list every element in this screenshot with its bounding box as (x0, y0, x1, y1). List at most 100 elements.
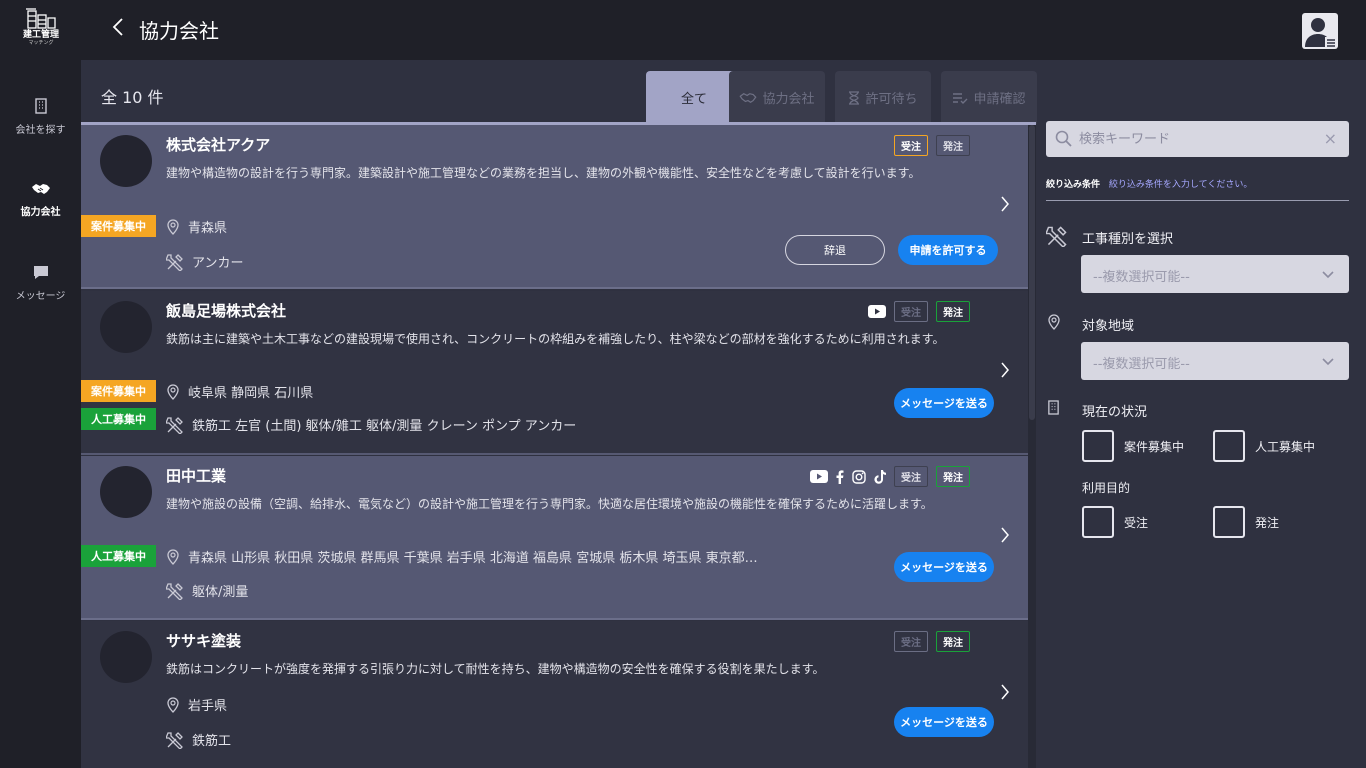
company-name: 田中工業 (166, 467, 227, 485)
partner-card[interactable]: 株式会社アクア 受注 発注 建物や構造物の設計を行う専門家。建築設計や施工管理な… (81, 125, 1028, 289)
status-badge: 人工募集中 (81, 408, 156, 430)
divider (1046, 200, 1349, 201)
tools-icon (1046, 226, 1067, 247)
purpose-checkbox-hacchu[interactable]: 発注 (1213, 506, 1279, 538)
tools-icon (166, 416, 183, 434)
status-badge: 案件募集中 (81, 215, 156, 237)
trade-select-value: --複数選択可能-- (1093, 270, 1190, 285)
sidebar-item-messages[interactable]: メッセージ (0, 265, 81, 303)
location-pin-icon (1048, 314, 1060, 330)
filter-conditions-label: 絞り込み条件 (1046, 180, 1101, 190)
region-select-value: --複数選択可能-- (1093, 357, 1190, 372)
tab-requests[interactable]: 申請確認 (941, 71, 1037, 124)
company-name: ササキ塗装 (166, 632, 242, 650)
badge-hacchu: 発注 (936, 466, 970, 487)
app-logo[interactable]: 建工管理 マッチング (22, 8, 60, 46)
chevron-right-icon[interactable] (1000, 683, 1010, 701)
tab-label: 申請確認 (973, 92, 1026, 107)
trade-list: アンカー (192, 256, 244, 271)
region-list: 岩手県 (188, 699, 228, 714)
chevron-right-icon[interactable] (1000, 361, 1010, 379)
partner-card[interactable]: ササキ塗装 受注 発注 鉄筋はコンクリートが強度を発揮する引張り力に対して耐性を… (81, 621, 1028, 768)
checkbox-label: 受注 (1124, 515, 1149, 530)
trade-list: 鉄筋工 (192, 734, 232, 749)
tab-all[interactable]: 全て (646, 71, 742, 124)
trade-row: 鉄筋工 (166, 730, 231, 749)
list-check-icon (953, 92, 968, 104)
approve-request-button[interactable]: 申請を許可する (898, 235, 998, 265)
badge-juchu: 受注 (894, 631, 928, 652)
scrollbar-thumb[interactable] (1029, 125, 1035, 420)
instagram-icon[interactable] (852, 469, 866, 484)
sidebar-item-label: 会社を探す (15, 125, 66, 136)
page-title: 協力会社 (139, 19, 219, 43)
badge-group: 受注 発注 (868, 301, 970, 322)
chevron-right-icon[interactable] (1000, 195, 1010, 213)
youtube-icon[interactable] (810, 470, 828, 483)
checkbox-label: 人工募集中 (1255, 439, 1316, 454)
company-description: 鉄筋はコンクリートが強度を発揮する引張り力に対して耐性を持ち、建物や構造物の安全… (166, 662, 825, 676)
purpose-checkbox-juchu[interactable]: 受注 (1082, 506, 1148, 538)
tab-pending[interactable]: 許可待ち (835, 71, 931, 124)
tiktok-icon[interactable] (874, 469, 886, 484)
checkbox[interactable] (1082, 430, 1114, 462)
badge-hacchu: 発注 (936, 301, 970, 322)
filter-conditions-hint: 絞り込み条件を入力してください。 (1108, 180, 1253, 190)
tab-partners[interactable]: 協力会社 (729, 71, 825, 124)
location-pin-icon (167, 696, 179, 713)
send-message-button[interactable]: メッセージを送る (894, 552, 994, 582)
checkbox-label: 案件募集中 (1124, 439, 1185, 454)
decline-button[interactable]: 辞退 (785, 235, 885, 265)
badge-hacchu: 発注 (936, 135, 970, 156)
checkbox[interactable] (1213, 430, 1245, 462)
chevron-down-icon (1322, 271, 1334, 279)
user-menu-button[interactable] (1302, 13, 1338, 49)
region-row: 青森県 (166, 217, 227, 236)
region-row: 岐阜県 静岡県 石川県 (166, 382, 313, 401)
badge-group: 受注 発注 (894, 135, 970, 156)
logo-mark-icon (26, 8, 56, 29)
region-row: 青森県 山形県 秋田県 茨城県 群馬県 千葉県 岩手県 北海道 福島県 宮城県 … (166, 547, 758, 566)
result-count: 全 10 件 (101, 88, 164, 107)
partner-card[interactable]: 飯島足場株式会社 受注 発注 鉄筋は主に建築や土木工事などの建設現場で使用され、… (81, 291, 1028, 455)
send-message-button[interactable]: メッセージを送る (894, 388, 994, 418)
company-name: 株式会社アクア (166, 136, 271, 154)
tools-icon (166, 582, 183, 600)
checkbox[interactable] (1082, 506, 1114, 538)
checkbox[interactable] (1213, 506, 1245, 538)
trade-list: 躯体/測量 (192, 585, 249, 600)
search-icon (1055, 130, 1072, 147)
status-checkbox-project[interactable]: 案件募集中 (1082, 430, 1184, 462)
search-box[interactable]: × (1046, 121, 1349, 157)
back-chevron-icon[interactable] (111, 16, 125, 38)
trade-row: アンカー (166, 252, 243, 271)
badge-hacchu: 発注 (936, 631, 970, 652)
badge-juchu: 受注 (894, 135, 928, 156)
clear-search-icon[interactable]: × (1324, 129, 1337, 148)
sidebar-item-find-company[interactable]: 会社を探す (0, 98, 81, 137)
trade-select[interactable]: --複数選択可能-- (1081, 255, 1349, 293)
sidebar-item-partners[interactable]: 協力会社 (0, 182, 81, 219)
trade-row: 鉄筋工 左官 (土間) 躯体/雑工 躯体/測量 クレーン ポンプ アンカー (166, 415, 576, 434)
company-avatar (100, 135, 152, 187)
badge-group: 受注 発注 (894, 631, 970, 652)
region-row: 岩手県 (166, 695, 227, 714)
logo-text: 建工管理 (22, 30, 59, 40)
tab-label: 許可待ち (865, 92, 918, 107)
tab-label: 全て (680, 92, 707, 107)
youtube-icon[interactable] (868, 305, 886, 318)
location-pin-icon (167, 383, 179, 400)
sidebar-item-label: 協力会社 (20, 207, 61, 218)
status-checkbox-workers[interactable]: 人工募集中 (1213, 430, 1315, 462)
hourglass-icon (849, 90, 860, 105)
partner-card[interactable]: 田中工業 受注 発注 建物や施設の設備（空調、給排水、電気など）の設計や施工管理… (81, 456, 1028, 620)
region-select[interactable]: --複数選択可能-- (1081, 342, 1349, 380)
facebook-icon[interactable] (836, 469, 844, 484)
tab-label: 協力会社 (762, 92, 815, 107)
region-list: 青森県 (188, 221, 228, 236)
send-message-button[interactable]: メッセージを送る (894, 707, 994, 737)
tools-icon (166, 731, 183, 749)
chevron-right-icon[interactable] (1000, 526, 1010, 544)
location-pin-icon (167, 218, 179, 235)
search-input[interactable] (1079, 127, 1319, 151)
